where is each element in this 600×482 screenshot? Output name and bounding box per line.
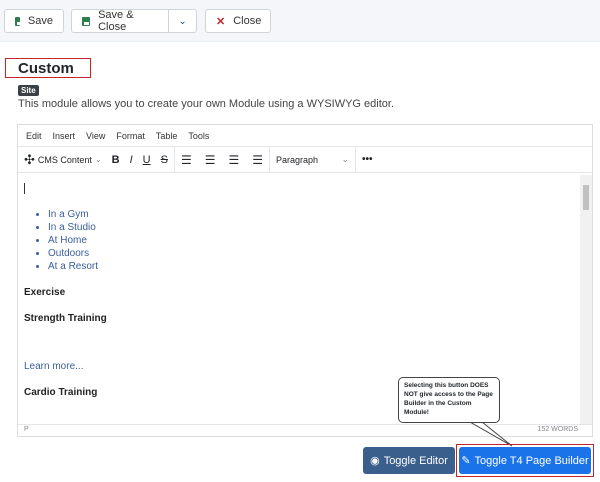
pencil-icon: ✎	[461, 455, 471, 467]
eye-icon: ◉	[370, 455, 380, 467]
callout-note: Selecting this button DOES NOT give acce…	[398, 377, 500, 423]
toggle-t4-page-builder-button[interactable]: ✎ Toggle T4 Page Builder	[459, 447, 591, 474]
toggle-t4-label: Toggle T4 Page Builder	[474, 454, 589, 467]
toggle-editor-button[interactable]: ◉ Toggle Editor	[363, 447, 455, 474]
callout-pointer	[468, 421, 513, 447]
toggle-editor-label: Toggle Editor	[383, 454, 448, 467]
